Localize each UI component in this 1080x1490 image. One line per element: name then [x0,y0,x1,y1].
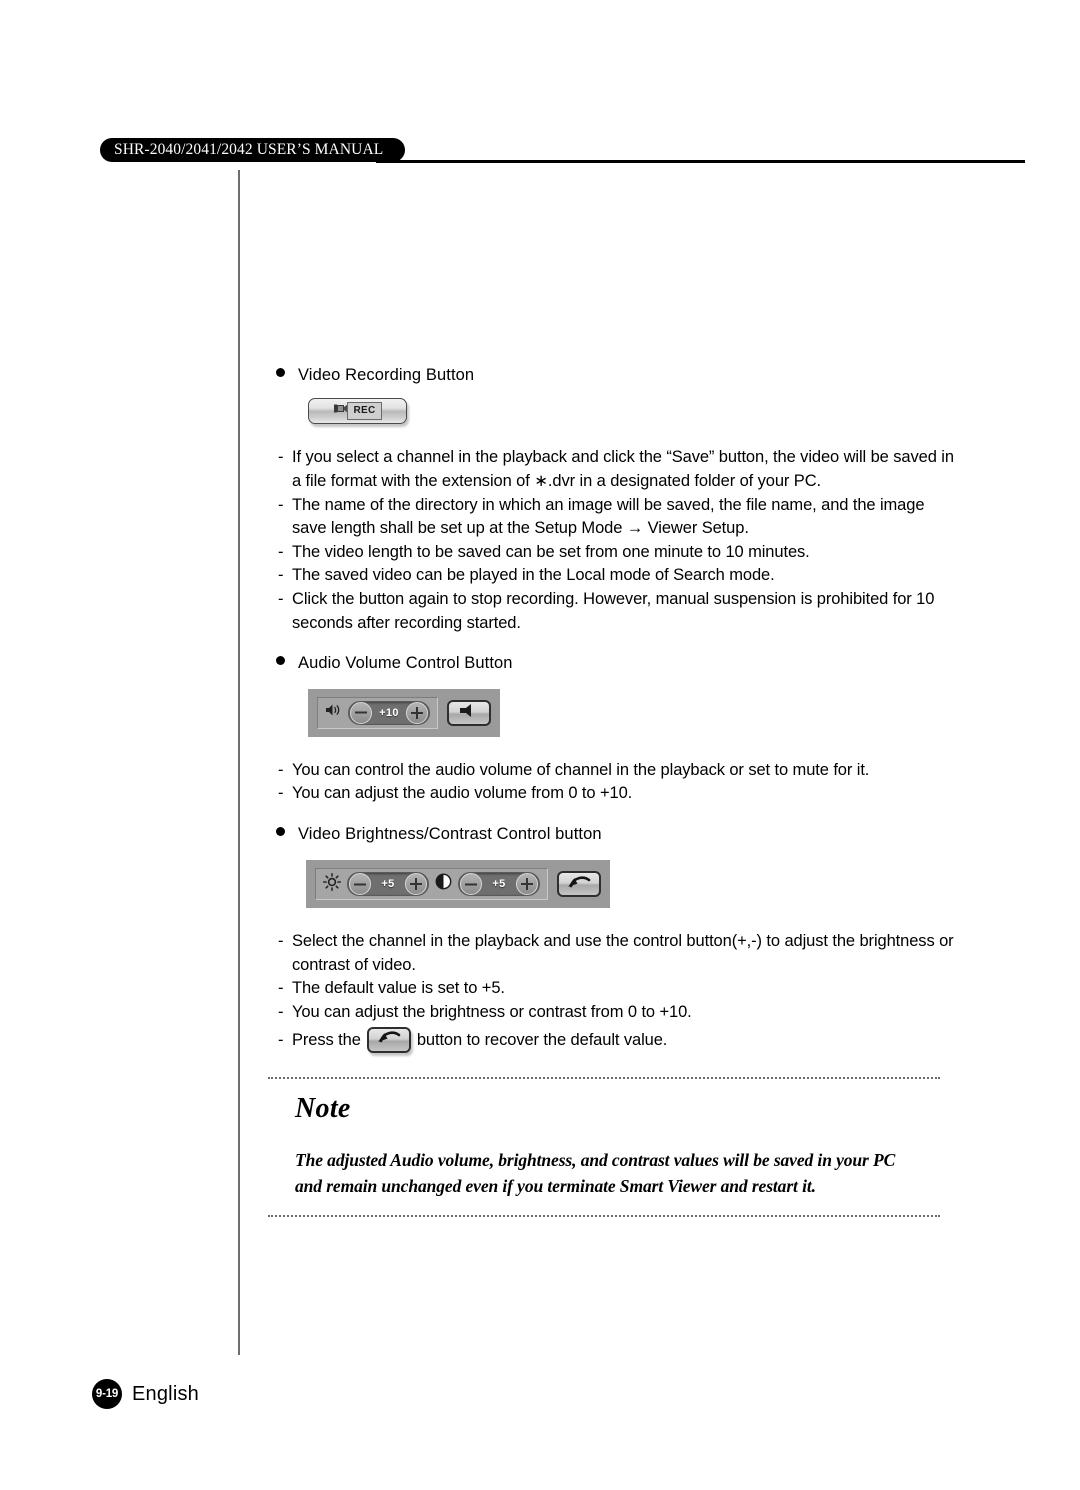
undo-arrow-icon [566,874,592,895]
section-audio-volume: Audio Volume Control Button +10 - You ca… [276,653,956,806]
list-item: The name of the directory in which an im… [276,494,956,541]
section-heading-row: Video Brightness/Contrast Control button [276,824,956,845]
volume-plus-button[interactable] [406,701,428,724]
rec-label: REC [347,402,382,421]
audio-volume-notes-list: You can control the audio volume of chan… [276,759,956,806]
speaker-mute-icon [458,703,480,723]
contrast-value: +5 [492,878,506,891]
list-item: You can control the audio volume of chan… [276,759,956,783]
page-header: SHR-2040/2041/2042 USER’S MANUAL [100,138,1025,164]
list-item: Click the button again to stop recording… [276,588,956,635]
section-brightness-contrast: Video Brightness/Contrast Control button [276,824,956,1055]
note-bottom-dotted-rule [268,1215,940,1217]
list-item-with-inline-button: Press the button to recover the default v… [276,1025,956,1055]
left-vertical-rule [238,170,240,1355]
note-body: The adjusted Audio volume, brightness, a… [295,1147,940,1199]
note-top-dotted-rule [268,1077,940,1079]
audio-volume-bar-wrapper: +10 [308,688,956,737]
list-item: You can adjust the audio volume from 0 t… [276,782,956,806]
brightness-stepper: +5 [347,872,429,897]
section-heading-row: Audio Volume Control Button [276,653,956,674]
note-box: Note The adjusted Audio volume, brightne… [268,1077,940,1217]
list-item: The video length to be saved can be set … [276,541,956,565]
reset-default-button[interactable] [557,871,601,898]
bullet-dot-icon [276,368,298,377]
inline-reset-default-button[interactable] [366,1025,411,1055]
inline-suffix-text: button to recover the default value. [416,1030,668,1049]
note-body-line-1: The adjusted Audio volume, brightness, a… [295,1150,896,1170]
speaker-icon [325,703,342,722]
note-title: Note [295,1093,351,1124]
brightness-contrast-notes-list: Select the channel in the playback and u… [276,930,956,1054]
footer-language-label: English [132,1382,199,1405]
audio-mute-button[interactable] [447,699,491,726]
volume-value: +10 [379,706,399,719]
section-heading-label: Video Recording Button [298,366,475,384]
section-video-recording: Video Recording Button REC If y [276,365,956,635]
video-recording-button[interactable]: REC [308,398,407,425]
section-heading-row: Video Recording Button [276,365,956,386]
manual-title-pill: SHR-2040/2041/2042 USER’S MANUAL [100,138,406,162]
undo-arrow-icon [376,1025,402,1055]
inline-prefix-text: Press the [292,1030,361,1049]
list-item: The saved video can be played in the Loc… [276,564,956,588]
rec-button-content: REC [333,402,382,421]
sun-icon [323,872,341,896]
brightness-plus-button[interactable] [405,873,427,896]
contrast-half-circle-icon [435,873,452,895]
brightness-contrast-bar-wrapper: +5 +5 [306,860,956,909]
manual-title-text: SHR-2040/2041/2042 USER’S MANUAL [114,141,384,158]
volume-stepper: +10 [348,700,430,725]
audio-volume-control-bar: +10 [308,688,500,737]
video-recording-notes-list: If you select a channel in the playback … [276,446,956,635]
list-item: Select the channel in the playback and u… [276,930,956,977]
contrast-minus-button[interactable] [460,873,482,896]
page-number-badge: 9-19 [92,1379,122,1409]
contrast-plus-button[interactable] [516,873,538,896]
rec-button-wrapper: REC [308,398,956,425]
list-item: You can adjust the brightness or contras… [276,1001,956,1025]
page-content: Video Recording Button REC If y [276,365,956,1055]
contrast-stepper: +5 [458,872,540,897]
bullet-dot-icon [276,827,298,836]
section-heading-label: Video Brightness/Contrast Control button [298,824,602,843]
brightness-contrast-control-bar: +5 +5 [306,860,610,909]
bullet-dot-icon [276,656,298,665]
page-footer: 9-19 English [92,1379,199,1409]
section-heading-label: Audio Volume Control Button [298,654,513,673]
list-item: The default value is set to +5. [276,977,956,1001]
audio-volume-inset: +10 [317,696,438,729]
brightness-contrast-inset: +5 +5 [315,868,548,901]
brightness-minus-button[interactable] [349,873,371,896]
brightness-value: +5 [381,878,395,891]
volume-minus-button[interactable] [350,701,372,724]
header-horizontal-rule [376,160,1025,163]
list-item: If you select a channel in the playback … [276,446,956,493]
note-body-line-2: and remain unchanged even if you termina… [295,1176,816,1196]
